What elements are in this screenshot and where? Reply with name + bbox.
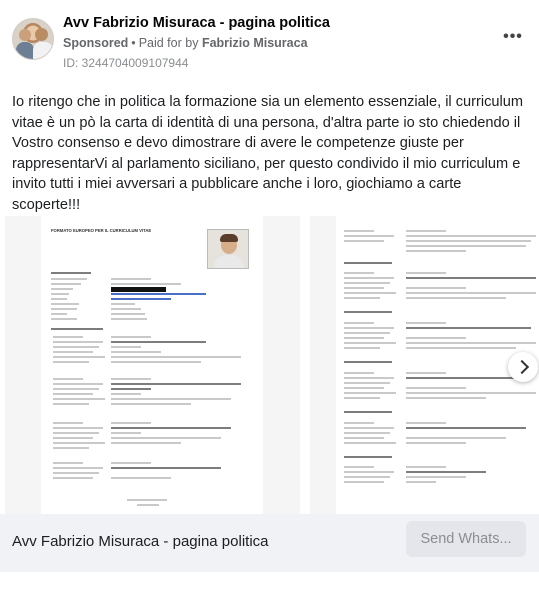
carousel-next-button[interactable]	[508, 352, 538, 382]
payer-name: Fabrizio Misuraca	[201, 36, 308, 50]
media-carousel[interactable]: FORMATO EUROPEO PER IL CURRICULUM VITAE	[5, 216, 539, 514]
footer-page-title[interactable]: Avv Fabrizio Misuraca - pagina politica	[12, 533, 269, 550]
page-avatar[interactable]	[12, 18, 54, 60]
more-options-button[interactable]: •••	[501, 29, 525, 48]
cv-photo	[207, 229, 249, 269]
sponsor-info: Sponsored • Paid for by Fabrizio Misuraca	[63, 36, 308, 50]
cv-page-1: FORMATO EUROPEO PER IL CURRICULUM VITAE	[41, 216, 263, 514]
paid-for-prefix: Paid for by	[138, 36, 199, 50]
sponsored-post-card: Avv Fabrizio Misuraca - pagina politica …	[0, 0, 539, 589]
cv-heading: FORMATO EUROPEO PER IL CURRICULUM VITAE	[51, 228, 152, 233]
post-text: Io ritengo che in politica la formazione…	[12, 94, 524, 213]
ad-footer: Avv Fabrizio Misuraca - pagina politica …	[0, 514, 539, 572]
send-whatsapp-button[interactable]: Send Whats...	[406, 521, 526, 557]
sponsored-label: Sponsored	[63, 36, 129, 50]
carousel-slide-2[interactable]	[310, 216, 539, 514]
more-horizontal-icon: •••	[503, 28, 523, 45]
post-header: Avv Fabrizio Misuraca - pagina politica …	[12, 10, 527, 72]
page-name-link[interactable]: Avv Fabrizio Misuraca - pagina politica	[63, 15, 330, 31]
carousel-slide-1[interactable]: FORMATO EUROPEO PER IL CURRICULUM VITAE	[5, 216, 300, 514]
post-body: Io ritengo che in politica la formazione…	[12, 92, 528, 236]
ad-id: ID: 3244704009107944	[63, 56, 189, 70]
meta-separator: •	[131, 36, 136, 50]
